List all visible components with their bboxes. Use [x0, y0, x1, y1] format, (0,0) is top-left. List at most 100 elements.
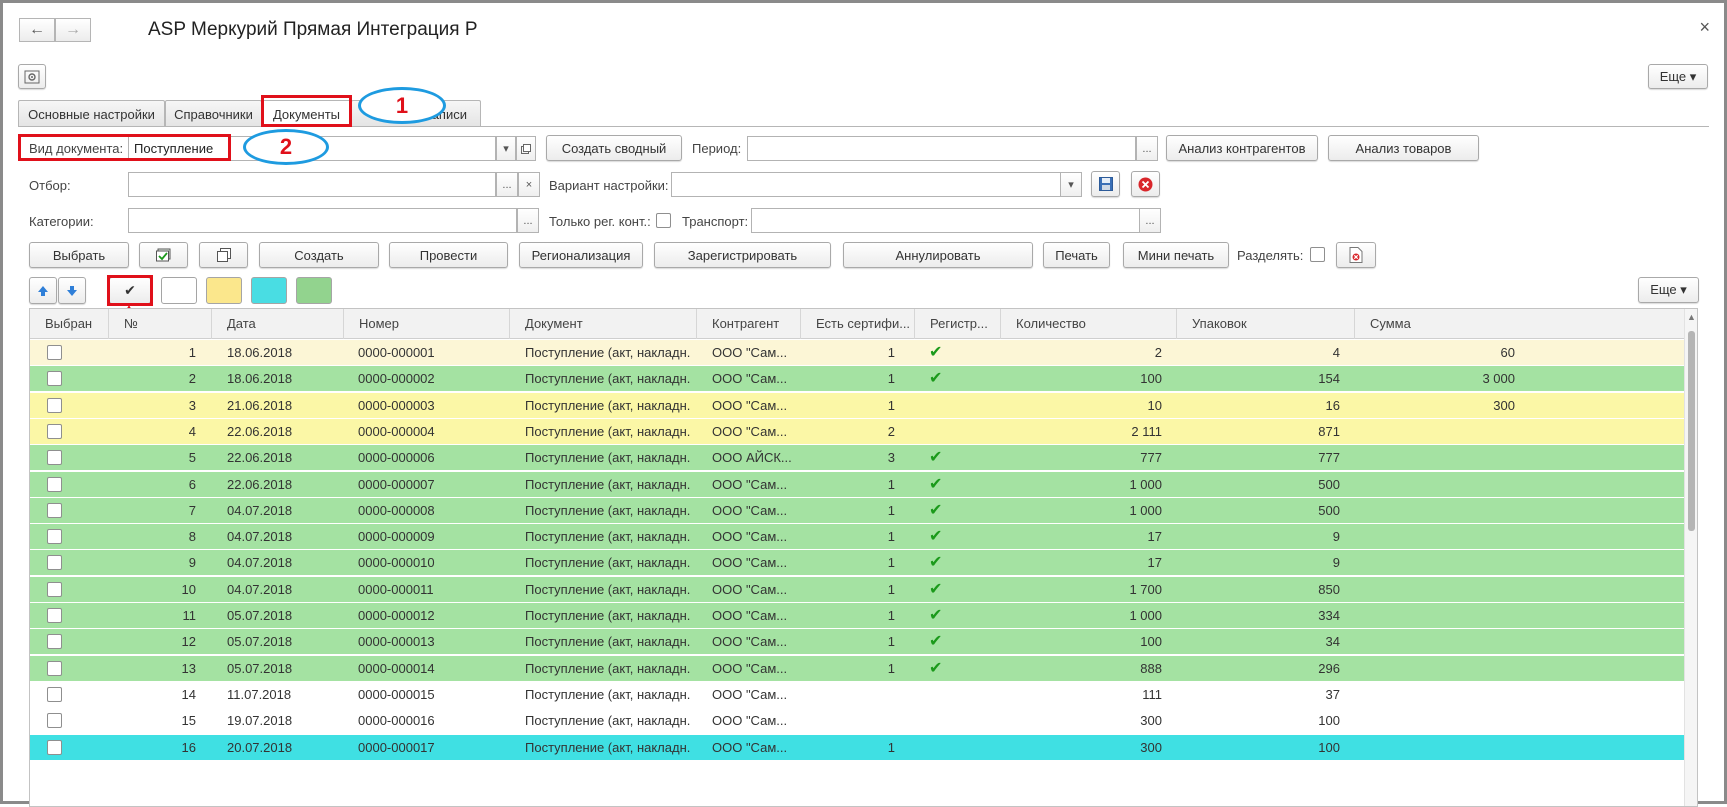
- analyze-goods-button[interactable]: Анализ товаров: [1328, 135, 1479, 161]
- row-select-checkbox[interactable]: [47, 739, 62, 755]
- cell-num: 0000-000007: [358, 476, 435, 492]
- table-row[interactable]: 1 18.06.2018 0000-000001 Поступление (акт, …: [30, 340, 1685, 366]
- row-select-checkbox[interactable]: [47, 713, 62, 729]
- table-row[interactable]: 16 20.07.2018 0000-000017 Поступление (акт,…: [30, 734, 1685, 761]
- header-col-certificate[interactable]: Есть сертифи...: [801, 309, 915, 339]
- categories-field[interactable]: [128, 208, 517, 233]
- register-button[interactable]: Зарегистрировать: [654, 242, 831, 268]
- header-col-contractor[interactable]: Контрагент: [697, 309, 801, 339]
- row-select-checkbox[interactable]: [47, 502, 62, 518]
- clear-icon: ×: [525, 178, 533, 191]
- color-swatch-green[interactable]: [296, 277, 332, 304]
- row-select-checkbox[interactable]: [47, 634, 62, 650]
- transport-select-button[interactable]: ...: [1139, 208, 1161, 233]
- tab-main-settings[interactable]: Основные настройки: [18, 100, 165, 127]
- move-down-button[interactable]: [58, 277, 86, 304]
- cell-reg: ✔: [929, 370, 943, 388]
- color-swatch-white[interactable]: [161, 277, 197, 304]
- filter-clear-button[interactable]: ×: [518, 172, 540, 197]
- row-select-checkbox[interactable]: [47, 476, 62, 492]
- annul-button[interactable]: Аннулировать: [843, 242, 1033, 268]
- regionalization-button[interactable]: Регионализация: [519, 242, 643, 268]
- row-select-checkbox[interactable]: [47, 450, 62, 466]
- row-select-checkbox[interactable]: [47, 423, 62, 439]
- row-select-checkbox[interactable]: [47, 555, 62, 571]
- save-variant-button[interactable]: [1091, 171, 1120, 197]
- more-button-table[interactable]: Еще ▾: [1638, 277, 1699, 303]
- table-row[interactable]: 5 22.06.2018 0000-000006 Поступление (акт, …: [30, 445, 1685, 472]
- select-button[interactable]: Выбрать: [29, 242, 129, 268]
- filter-field[interactable]: [128, 172, 496, 197]
- header-col-registered[interactable]: Регистр...: [915, 309, 1001, 339]
- forward-button[interactable]: →: [55, 18, 91, 42]
- table-row[interactable]: 2 18.06.2018 0000-000002 Поступление (акт, …: [30, 366, 1685, 393]
- settings-button[interactable]: [18, 64, 46, 89]
- filter-select-button[interactable]: ...: [496, 172, 518, 197]
- header-col-document[interactable]: Документ: [510, 309, 697, 339]
- row-select-checkbox[interactable]: [47, 345, 62, 360]
- create-button[interactable]: Создать: [259, 242, 379, 268]
- tab-directories[interactable]: Справочники: [165, 100, 262, 127]
- table-row[interactable]: 7 04.07.2018 0000-000008 Поступление (акт, …: [30, 497, 1685, 524]
- create-summary-button[interactable]: Создать сводный: [546, 135, 682, 161]
- header-col-quantity[interactable]: Количество: [1001, 309, 1177, 339]
- table-row[interactable]: 12 05.07.2018 0000-000013 Поступление (акт,…: [30, 629, 1685, 656]
- cell-pack: 500: [1318, 502, 1340, 518]
- transport-field[interactable]: [751, 208, 1140, 233]
- close-icon[interactable]: ×: [1699, 17, 1710, 38]
- only-reg-checkbox[interactable]: [656, 213, 671, 228]
- period-select-button[interactable]: ...: [1136, 136, 1158, 161]
- table-row[interactable]: 3 21.06.2018 0000-000003 Поступление (акт, …: [30, 392, 1685, 419]
- header-col-date[interactable]: Дата: [212, 309, 344, 339]
- variant-dropdown[interactable]: ▾: [1060, 172, 1082, 197]
- header-col-packages[interactable]: Упаковок: [1177, 309, 1355, 339]
- table-row[interactable]: 15 19.07.2018 0000-000016 Поступление (акт,…: [30, 708, 1685, 735]
- header-col-selected[interactable]: Выбран: [30, 309, 109, 339]
- doc-type-open[interactable]: [516, 136, 536, 161]
- mini-print-button[interactable]: Мини печать: [1123, 242, 1229, 268]
- scrollbar-thumb[interactable]: [1688, 331, 1695, 531]
- back-button[interactable]: ←: [19, 18, 55, 42]
- table-row[interactable]: 6 22.06.2018 0000-000007 Поступление (акт, …: [30, 471, 1685, 498]
- vertical-scrollbar[interactable]: ▲: [1684, 309, 1697, 806]
- color-swatch-cyan[interactable]: [251, 277, 287, 304]
- cell-n: 2: [188, 371, 196, 387]
- delete-document-button[interactable]: [1336, 242, 1376, 268]
- cell-cert: 1: [887, 660, 895, 676]
- cell-qty: 10: [1147, 397, 1162, 413]
- table-row[interactable]: 13 05.07.2018 0000-000014 Поступление (акт,…: [30, 655, 1685, 682]
- header-col-sum[interactable]: Сумма: [1355, 309, 1685, 339]
- row-select-checkbox[interactable]: [47, 608, 62, 623]
- table-row[interactable]: 11 05.07.2018 0000-000012 Поступление (акт,…: [30, 603, 1685, 629]
- categories-select-button[interactable]: ...: [517, 208, 539, 233]
- copy-button[interactable]: [199, 242, 248, 268]
- cell-doc: Поступление (акт, накладн...: [525, 450, 690, 466]
- table-row[interactable]: 8 04.07.2018 0000-000009 Поступление (акт, …: [30, 524, 1685, 551]
- color-swatch-yellow[interactable]: [206, 277, 242, 304]
- header-col-number[interactable]: №: [109, 309, 212, 339]
- variant-field[interactable]: [671, 172, 1061, 197]
- row-select-checkbox[interactable]: [47, 686, 62, 702]
- analyze-contractors-button[interactable]: Анализ контрагентов: [1166, 135, 1318, 161]
- row-select-checkbox[interactable]: [47, 397, 62, 413]
- doc-type-dropdown[interactable]: ▾: [496, 136, 516, 161]
- cell-contr: ООО "Сам...: [712, 686, 788, 702]
- table-row[interactable]: 14 11.07.2018 0000-000015 Поступление (акт,…: [30, 681, 1685, 708]
- split-checkbox[interactable]: [1310, 247, 1325, 262]
- more-button-top[interactable]: Еще ▾: [1648, 64, 1708, 89]
- scroll-up-icon[interactable]: ▲: [1687, 312, 1696, 322]
- mark-all-button[interactable]: [139, 242, 188, 268]
- delete-variant-button[interactable]: [1131, 171, 1160, 197]
- row-select-checkbox[interactable]: [47, 660, 62, 676]
- table-row[interactable]: 9 04.07.2018 0000-000010 Поступление (акт, …: [30, 550, 1685, 577]
- period-field[interactable]: [747, 136, 1136, 161]
- row-select-checkbox[interactable]: [47, 581, 62, 597]
- table-row[interactable]: 10 04.07.2018 0000-000011 Поступление (акт,…: [30, 576, 1685, 603]
- print-button[interactable]: Печать: [1043, 242, 1110, 268]
- post-button[interactable]: Провести: [389, 242, 508, 268]
- header-col-doc-number[interactable]: Номер: [344, 309, 510, 339]
- row-select-checkbox[interactable]: [47, 529, 62, 545]
- move-up-button[interactable]: [29, 277, 57, 304]
- row-select-checkbox[interactable]: [47, 371, 62, 387]
- table-row[interactable]: 4 22.06.2018 0000-000004 Поступление (акт, …: [30, 418, 1685, 445]
